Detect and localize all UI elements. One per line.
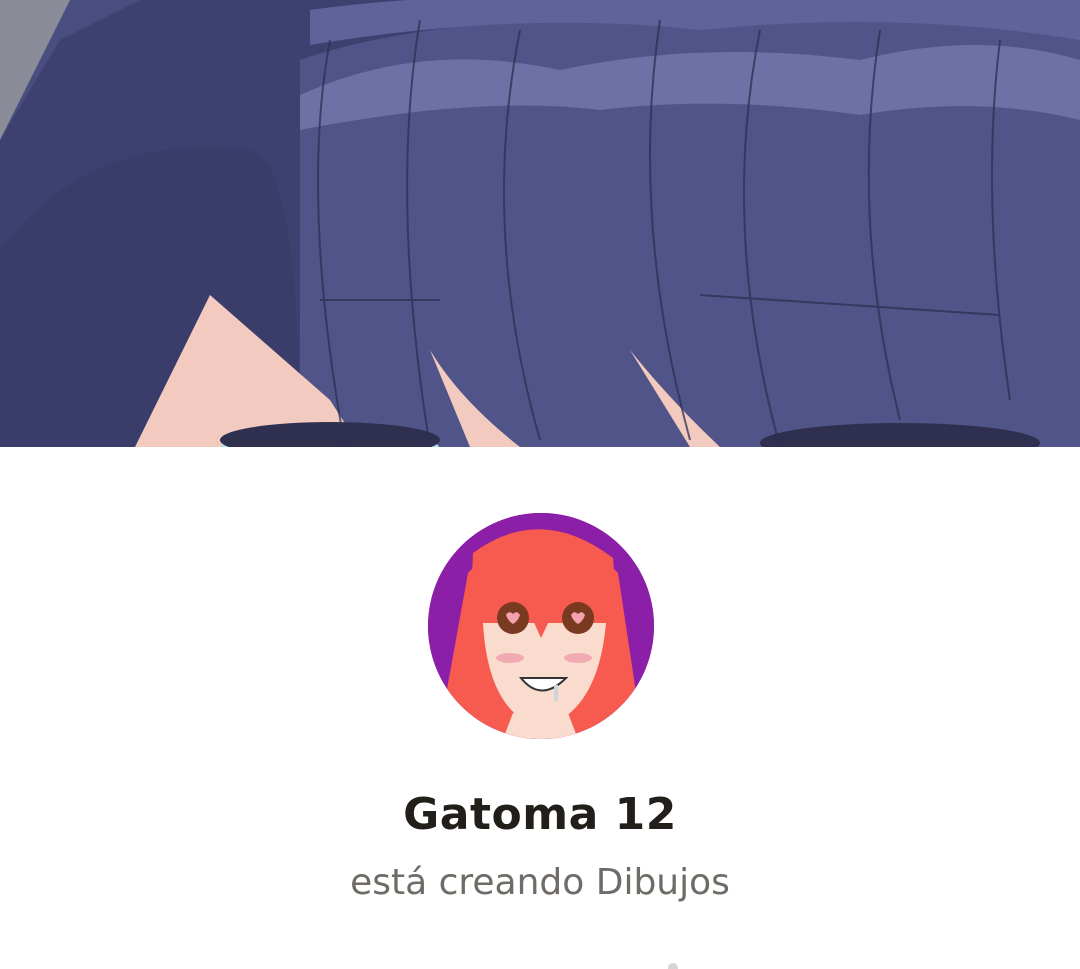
- cover-banner-image: [0, 0, 1080, 447]
- avatar-image: [428, 513, 654, 739]
- creator-avatar[interactable]: [428, 513, 654, 739]
- creator-name: Gatoma 12: [403, 789, 677, 840]
- creator-profile-header: Gatoma 12 está creando Dibujos: [0, 447, 1080, 969]
- creator-tagline: está creando Dibujos: [350, 862, 730, 903]
- content-below-hint: [668, 963, 678, 969]
